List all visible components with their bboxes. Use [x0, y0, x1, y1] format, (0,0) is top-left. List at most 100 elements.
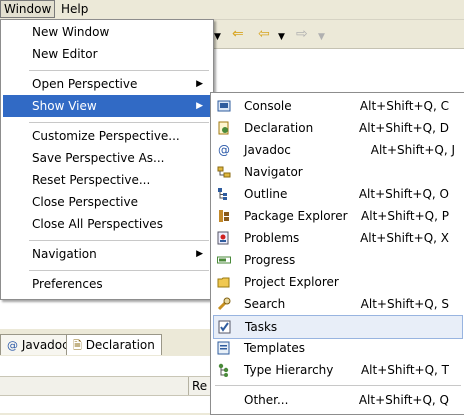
menu-item-close-perspective[interactable]: Close Perspective [3, 191, 211, 213]
menu-item-close-all-perspectives[interactable]: Close All Perspectives [3, 213, 211, 235]
navigator-icon [217, 166, 231, 178]
menu-separator [29, 70, 209, 71]
menu-item-label: Close Perspective [32, 195, 139, 209]
menu-item-label: Customize Perspective... [32, 129, 180, 143]
menu-bar: Window Help [0, 0, 464, 20]
show-view-submenu: Console Alt+Shift+Q, C Declaration Alt+S… [210, 92, 464, 415]
progress-icon [217, 256, 231, 264]
view-item-package-explorer[interactable]: Package Explorer Alt+Shift+Q, P [213, 205, 463, 227]
view-item-outline[interactable]: Outline Alt+Shift+Q, O [213, 183, 463, 205]
menu-item-navigation[interactable]: Navigation ▶ [3, 243, 211, 265]
menu-item-label: Save Perspective As... [32, 151, 165, 165]
console-icon [217, 100, 231, 112]
view-item-shortcut: Alt+Shift+Q, C [359, 99, 449, 113]
chevron-down-icon[interactable]: ▼ [214, 29, 221, 45]
view-item-shortcut: Alt+Shift+Q, J [370, 143, 455, 157]
menu-item-reset-perspective[interactable]: Reset Perspective... [3, 169, 211, 191]
view-item-shortcut: Alt+Shift+Q, S [360, 297, 449, 311]
view-item-label: Outline [244, 187, 288, 201]
menu-item-label: Open Perspective [32, 77, 138, 91]
tab-declaration[interactable]: 🗎 Declaration [66, 334, 162, 355]
view-item-label: Problems [244, 231, 300, 245]
problems-icon [217, 231, 229, 245]
menu-item-label: Navigation [32, 247, 97, 261]
view-item-shortcut: Alt+Shift+Q, T [360, 363, 449, 377]
back-dropdown-icon[interactable]: ▼ [278, 29, 285, 45]
tasks-icon [218, 320, 231, 334]
view-item-label: Project Explorer [244, 275, 339, 289]
view-item-label: Navigator [244, 165, 303, 179]
search-icon [217, 297, 231, 311]
view-item-shortcut: Alt+Shift+Q, P [361, 209, 449, 223]
view-item-type-hierarchy[interactable]: Type Hierarchy Alt+Shift+Q, T [213, 359, 463, 381]
type-hierarchy-icon [218, 363, 229, 377]
view-item-project-explorer[interactable]: Project Explorer [213, 271, 463, 293]
menu-item-label: Show View [32, 99, 97, 113]
view-item-progress[interactable]: Progress [213, 249, 463, 271]
javadoc-icon: @ [218, 143, 230, 157]
menu-separator [29, 270, 209, 271]
view-item-console[interactable]: Console Alt+Shift+Q, C [213, 95, 463, 117]
menu-item-customize-perspective[interactable]: Customize Perspective... [3, 125, 211, 147]
view-item-declaration[interactable]: Declaration Alt+Shift+Q, D [213, 117, 463, 139]
forward-icon[interactable]: ⇨ [296, 26, 308, 42]
view-item-templates[interactable]: Templates [213, 337, 463, 359]
view-item-label: Console [244, 99, 292, 113]
menu-item-label: Preferences [32, 277, 103, 291]
submenu-arrow-icon: ▶ [196, 79, 203, 89]
column-header[interactable]: Re [188, 377, 207, 395]
menu-separator [29, 122, 209, 123]
view-item-tasks[interactable]: Tasks [213, 315, 463, 339]
submenu-arrow-icon: ▶ [196, 249, 203, 259]
view-item-javadoc[interactable]: @ Javadoc Alt+Shift+Q, J [213, 139, 463, 161]
javadoc-icon: @ [7, 339, 18, 352]
view-item-label: Progress [244, 253, 296, 267]
view-item-navigator[interactable]: Navigator [213, 161, 463, 183]
menu-item-show-view[interactable]: Show View ▶ [3, 95, 211, 117]
declaration-icon: 🗎 [73, 339, 82, 352]
tab-label: Declaration [85, 338, 155, 352]
svg-text:@: @ [218, 143, 230, 157]
project-explorer-icon [217, 277, 230, 288]
view-item-other[interactable]: Other... Alt+Shift+Q, Q [213, 389, 463, 411]
menu-separator [29, 240, 209, 241]
submenu-arrow-icon: ▶ [196, 101, 203, 111]
menu-item-open-perspective[interactable]: Open Perspective ▶ [3, 73, 211, 95]
menu-item-label: New Window [32, 25, 110, 39]
tab-javadoc[interactable]: @ Javadoc [0, 334, 76, 355]
templates-icon [217, 341, 230, 355]
tab-label: Javadoc [21, 338, 69, 352]
view-item-search[interactable]: Search Alt+Shift+Q, S [213, 293, 463, 315]
help-menu[interactable]: Help [58, 1, 91, 17]
view-item-label: Javadoc [244, 143, 291, 157]
menu-item-label: New Editor [32, 47, 98, 61]
view-item-label: Other... [244, 393, 289, 407]
view-item-problems[interactable]: Problems Alt+Shift+Q, X [213, 227, 463, 249]
window-menu[interactable]: Window [0, 0, 56, 18]
package-explorer-icon [219, 210, 229, 222]
menu-item-new-window[interactable]: New Window [3, 21, 211, 43]
view-item-shortcut: Alt+Shift+Q, Q [358, 393, 449, 407]
menu-separator [215, 385, 461, 386]
view-item-shortcut: Alt+Shift+Q, O [358, 187, 449, 201]
forward-dropdown-icon[interactable]: ▼ [318, 29, 325, 45]
menu-item-new-editor[interactable]: New Editor [3, 43, 211, 65]
view-item-label: Declaration [244, 121, 314, 135]
view-item-shortcut: Alt+Shift+Q, X [360, 231, 449, 245]
declaration-icon [218, 121, 229, 135]
menu-item-save-perspective-as[interactable]: Save Perspective As... [3, 147, 211, 169]
menu-item-preferences[interactable]: Preferences [3, 273, 211, 295]
view-item-label: Type Hierarchy [244, 363, 334, 377]
view-item-label: Package Explorer [244, 209, 348, 223]
window-dropdown-menu: New Window New Editor Open Perspective ▶ … [0, 19, 214, 300]
view-item-label: Search [244, 297, 286, 311]
menu-item-label: Reset Perspective... [32, 173, 151, 187]
view-item-label: Tasks [245, 320, 278, 334]
last-edit-icon[interactable]: ⇐ [232, 26, 244, 42]
menu-item-label: Close All Perspectives [32, 217, 163, 231]
toolbar: ▼ ⇐ ⇦ ▼ ⇨ ▼ [212, 22, 464, 48]
back-icon[interactable]: ⇦ [258, 26, 270, 42]
view-item-shortcut: Alt+Shift+Q, D [359, 121, 449, 135]
outline-icon [218, 188, 227, 200]
view-item-label: Templates [244, 341, 306, 355]
